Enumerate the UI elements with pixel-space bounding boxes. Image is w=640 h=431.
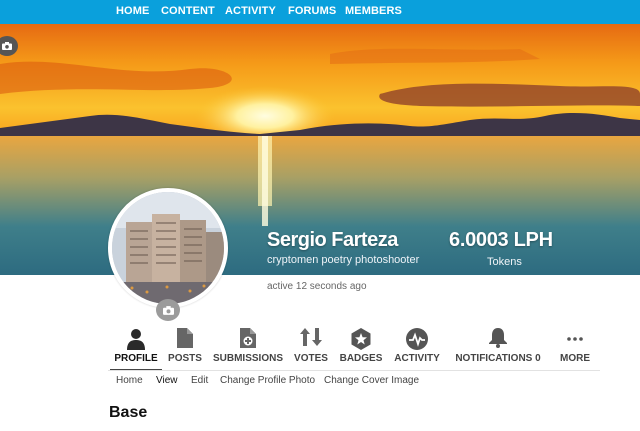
- tab-profile[interactable]: PROFILE: [110, 328, 162, 370]
- pulse-icon: [406, 328, 428, 355]
- nav-activity[interactable]: ACTIVITY: [225, 5, 276, 17]
- change-avatar-camera-icon[interactable]: [156, 299, 180, 321]
- tab-label: PROFILE: [114, 353, 158, 364]
- tab-label: ACTIVITY: [394, 353, 440, 364]
- tab-label: NOTIFICATIONS 0: [455, 353, 541, 364]
- subnav-change-profile-photo[interactable]: Change Profile Photo: [220, 375, 315, 386]
- tabs-divider: [108, 370, 600, 371]
- nav-forums[interactable]: FORUMS: [288, 5, 336, 17]
- nav-home[interactable]: HOME: [116, 5, 149, 17]
- avatar[interactable]: [108, 188, 228, 308]
- subnav-change-cover-image[interactable]: Change Cover Image: [324, 375, 419, 386]
- tab-label: POSTS: [168, 353, 202, 364]
- tab-label: VOTES: [294, 353, 328, 364]
- avatar-photo: [112, 192, 224, 304]
- tab-label: SUBMISSIONS: [212, 353, 283, 364]
- tab-badges[interactable]: BADGES: [338, 328, 384, 370]
- tab-label: MORE: [560, 353, 590, 364]
- star-badge-icon: [350, 328, 372, 355]
- profile-tagline: cryptomen poetry photoshooter: [267, 254, 420, 266]
- section-title: Base: [109, 404, 148, 421]
- subnav-home[interactable]: Home: [116, 375, 143, 386]
- profile-name: Sergio Farteza: [267, 229, 398, 251]
- tab-notifications[interactable]: NOTIFICATIONS 0: [452, 328, 544, 370]
- tab-label: BADGES: [339, 353, 383, 364]
- document-icon: [177, 328, 193, 353]
- token-balance: 6.0003 LPH: [449, 229, 553, 251]
- subnav-view[interactable]: View: [156, 375, 178, 386]
- subnav-edit[interactable]: Edit: [191, 375, 208, 386]
- tab-votes[interactable]: VOTES: [292, 328, 330, 370]
- up-down-arrows-icon: [300, 328, 322, 351]
- person-icon: [127, 328, 145, 353]
- nav-members[interactable]: MEMBERS: [345, 5, 402, 17]
- top-nav-bar: HOME CONTENT ACTIVITY FORUMS MEMBERS: [0, 0, 640, 24]
- token-label: Tokens: [487, 256, 522, 268]
- bell-icon: [489, 328, 507, 353]
- last-active-status: active 12 seconds ago: [267, 281, 367, 292]
- nav-content[interactable]: CONTENT: [161, 5, 215, 17]
- document-add-icon: [240, 328, 256, 353]
- tab-posts[interactable]: POSTS: [164, 328, 206, 370]
- tab-submissions[interactable]: SUBMISSIONS: [210, 328, 286, 370]
- tab-more[interactable]: MORE: [556, 328, 594, 370]
- more-dots-icon: [566, 328, 584, 351]
- tab-activity[interactable]: ACTIVITY: [392, 328, 442, 370]
